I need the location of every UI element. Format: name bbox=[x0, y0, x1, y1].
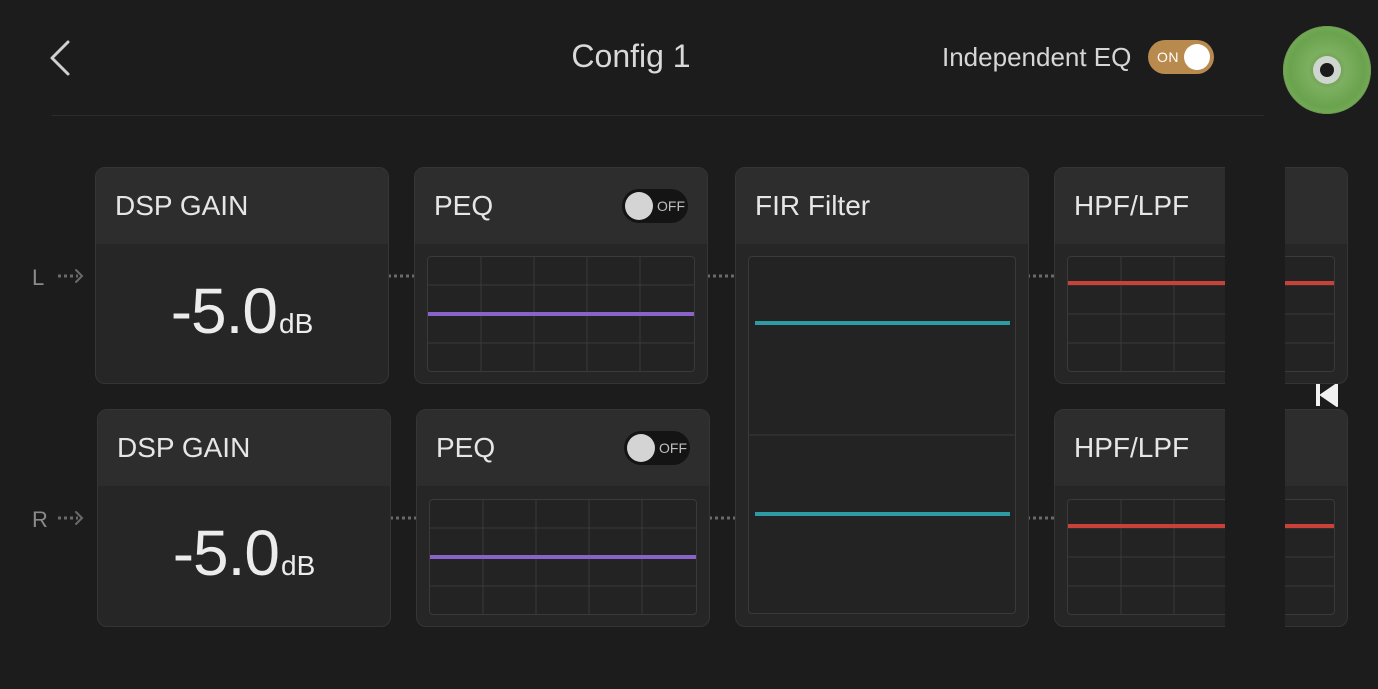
fir-graph bbox=[748, 256, 1016, 614]
peq-graph-right bbox=[429, 499, 697, 615]
hpf-lpf-graph-left bbox=[1067, 256, 1335, 372]
card-header: FIR Filter bbox=[736, 168, 1028, 244]
dsp-gain-card-left[interactable]: DSP GAIN -5.0dB bbox=[95, 167, 389, 384]
card-title: PEQ bbox=[436, 432, 496, 463]
peq-card-left[interactable]: PEQ OFF bbox=[414, 167, 708, 384]
toggle-state-text: OFF bbox=[659, 440, 687, 456]
dsp-gain-card-right[interactable]: DSP GAIN -5.0dB bbox=[97, 409, 391, 627]
peq-toggle-right[interactable]: OFF bbox=[624, 431, 690, 465]
card-header: DSP GAIN bbox=[96, 168, 388, 244]
card-header: HPF/LPF bbox=[1055, 410, 1347, 486]
toggle-knob bbox=[627, 434, 655, 462]
card-title: DSP GAIN bbox=[117, 432, 251, 463]
hpf-lpf-card-right[interactable]: HPF/LPF bbox=[1054, 409, 1348, 627]
card-header: DSP GAIN bbox=[98, 410, 390, 486]
channel-label-left: L bbox=[32, 265, 45, 290]
toggle-state-text: OFF bbox=[657, 198, 685, 214]
scroll-clip-mask bbox=[1225, 160, 1285, 640]
disc-hole bbox=[1320, 63, 1334, 77]
toggle-knob bbox=[625, 192, 653, 220]
card-header: HPF/LPF bbox=[1055, 168, 1347, 244]
card-title: PEQ bbox=[434, 190, 494, 221]
now-playing-disc[interactable] bbox=[1283, 26, 1371, 114]
gain-value: -5.0dB bbox=[96, 274, 388, 348]
gain-value: -5.0dB bbox=[98, 516, 390, 590]
card-title: HPF/LPF bbox=[1074, 190, 1190, 221]
gain-number: -5.0 bbox=[172, 517, 280, 589]
gain-number: -5.0 bbox=[170, 275, 278, 347]
peq-toggle-left[interactable]: OFF bbox=[622, 189, 688, 223]
peq-graph-left bbox=[427, 256, 695, 372]
hpf-lpf-card-left[interactable]: HPF/LPF bbox=[1054, 167, 1348, 384]
hpf-lpf-graph-right bbox=[1067, 499, 1335, 615]
card-title: DSP GAIN bbox=[115, 190, 249, 221]
channel-label-right: R bbox=[32, 507, 48, 532]
gain-unit: dB bbox=[279, 308, 314, 339]
card-title: FIR Filter bbox=[755, 190, 871, 221]
gain-unit: dB bbox=[281, 550, 316, 581]
card-title: HPF/LPF bbox=[1074, 432, 1190, 463]
fir-filter-card[interactable]: FIR Filter bbox=[735, 167, 1029, 627]
peq-card-right[interactable]: PEQ OFF bbox=[416, 409, 710, 627]
